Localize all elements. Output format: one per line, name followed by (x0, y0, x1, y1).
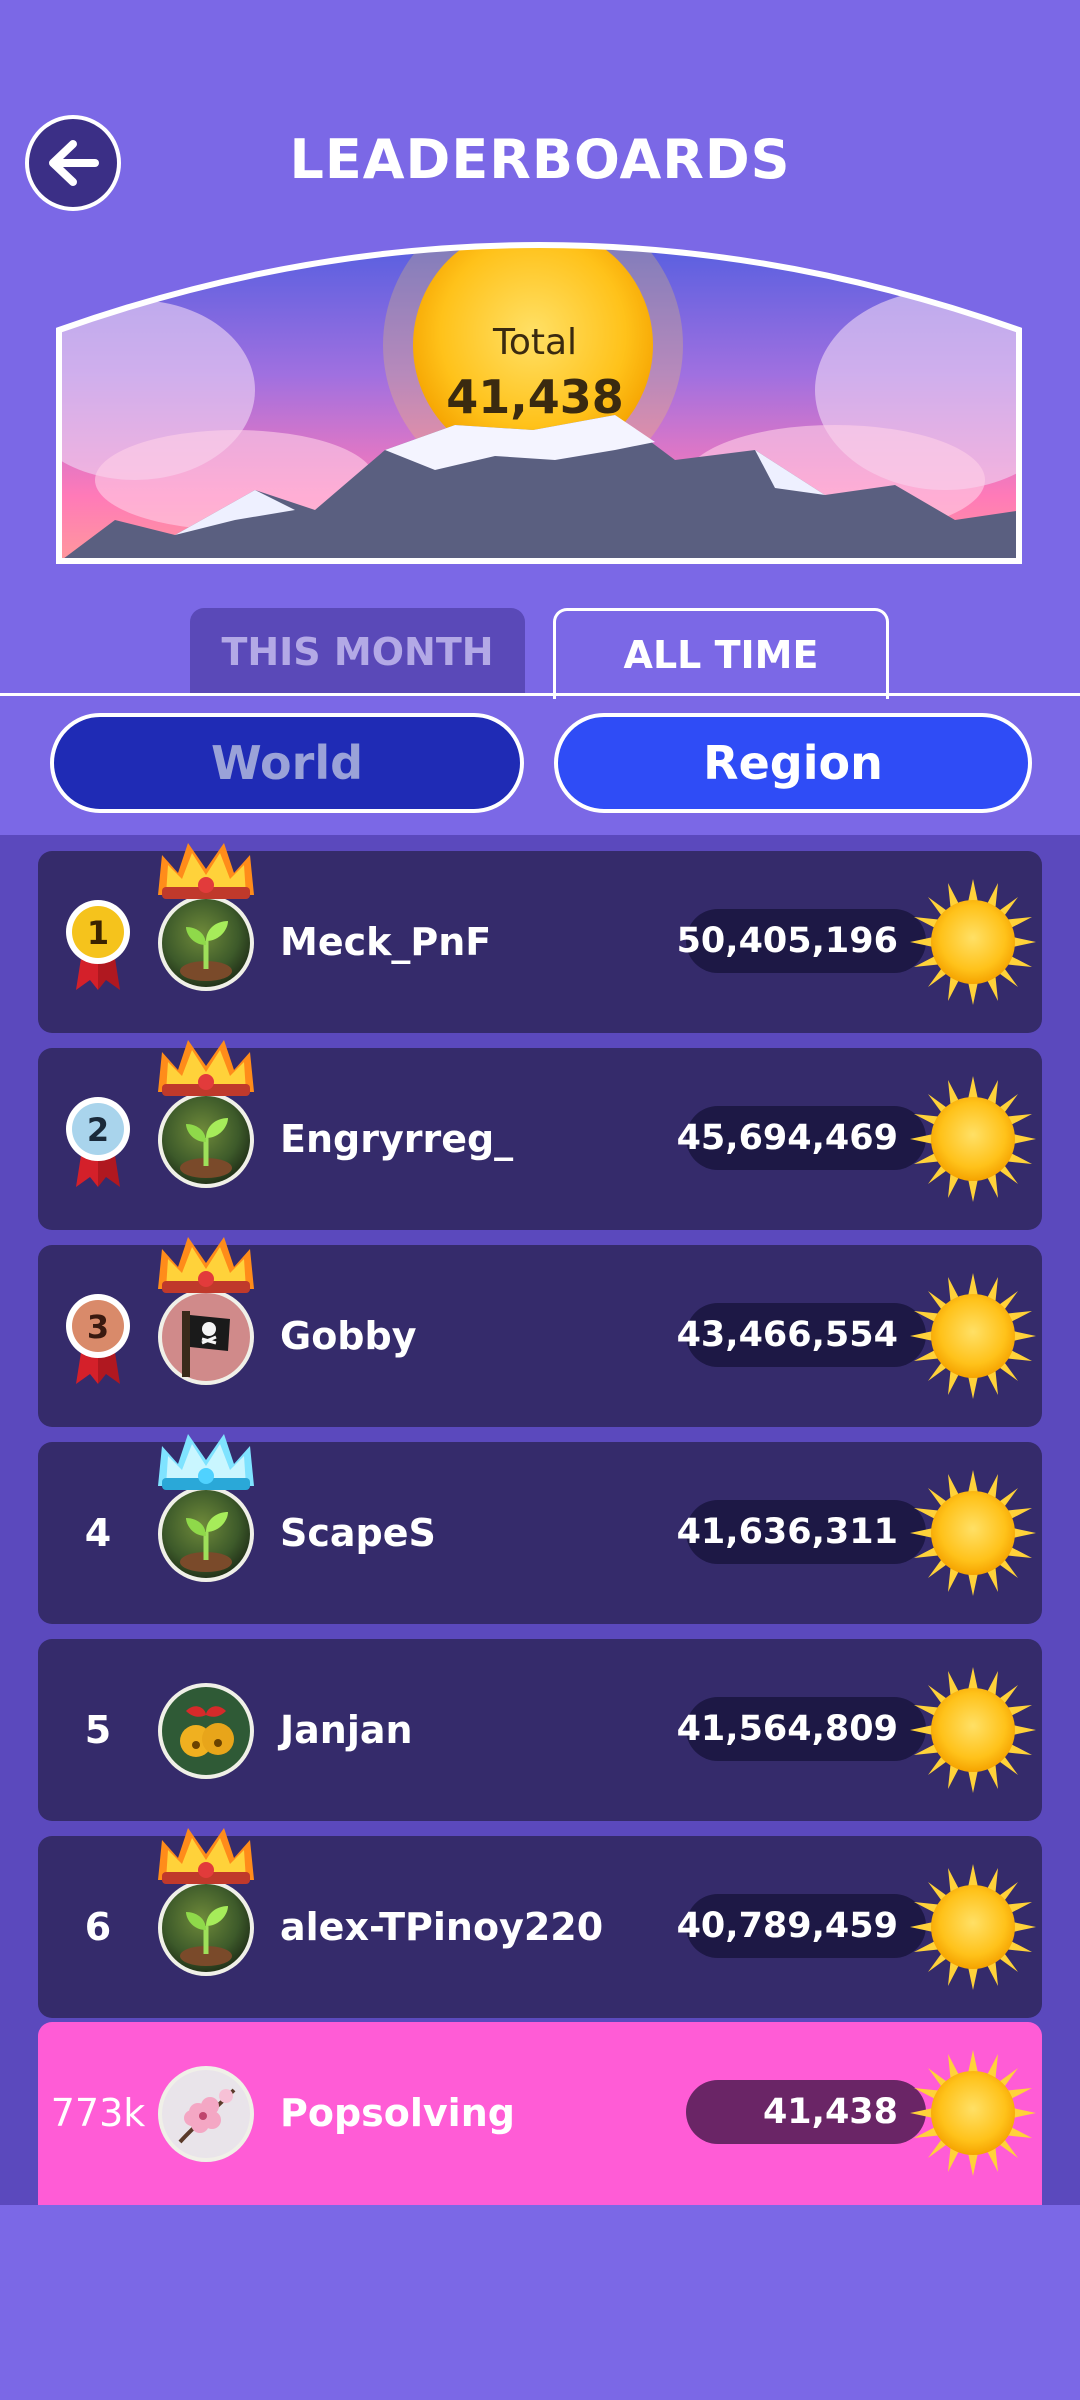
leaderboard-row[interactable]: 1 Meck_PnF 50,405,196 (38, 843, 1042, 1033)
medal-rank: 3 (87, 1308, 109, 1346)
player-name: Janjan (280, 1708, 413, 1752)
region-button[interactable]: Region (554, 713, 1032, 813)
player-score: 41,564,809 (677, 1697, 926, 1761)
leaderboard-row[interactable]: 2 Engryrreg_ 45,694,469 (38, 1040, 1042, 1230)
fire-crown-icon (158, 1040, 254, 1096)
bronze-medal-icon: 3 (66, 1294, 130, 1384)
my-rank-row[interactable]: 773k Popsolving 41,438 (38, 2022, 1042, 2205)
rank-number: 6 (84, 1905, 112, 1949)
ice-crown-icon (158, 1434, 254, 1490)
leaderboard-list[interactable]: 1 Meck_PnF 50,405,196 2 Engryrreg_ 45,69… (0, 835, 1080, 2205)
header: LEADERBOARDS Total 41,438 THIS MONTH ALL… (0, 0, 1080, 813)
pirate-avatar (158, 1289, 254, 1385)
leaderboard-row[interactable]: 6 alex-TPinoy220 40,789,459 (38, 1828, 1042, 2018)
player-name: alex-TPinoy220 (280, 1905, 604, 1949)
leaderboard-row[interactable]: 5 Janjan 41,564,809 (38, 1639, 1042, 1821)
medal-rank: 1 (87, 914, 109, 952)
rank-number: 4 (84, 1511, 112, 1555)
gold-medal-icon: 1 (66, 900, 130, 990)
sun-icon (910, 2050, 1036, 2176)
world-button[interactable]: World (50, 713, 524, 813)
sprout-avatar (156, 893, 256, 993)
my-player-name: Popsolving (280, 2091, 515, 2135)
sun-icon (910, 1667, 1036, 1793)
tab-all-time[interactable]: ALL TIME (553, 608, 889, 699)
sprout-avatar (156, 1484, 256, 1584)
sun-icon (910, 1470, 1036, 1596)
page-title: LEADERBOARDS (289, 128, 791, 191)
player-name: ScapeS (280, 1511, 436, 1555)
my-rank-number: 773k (50, 2091, 146, 2135)
total-label: Total (492, 322, 578, 363)
sprout-avatar (156, 1090, 256, 1190)
player-name: Meck_PnF (280, 920, 492, 964)
sun-icon (910, 1076, 1036, 1202)
medal-rank: 2 (87, 1111, 109, 1149)
fire-crown-icon (158, 1237, 254, 1293)
player-score: 43,466,554 (677, 1303, 926, 1367)
sun-icon (910, 879, 1036, 1005)
rank-number: 5 (84, 1708, 112, 1752)
player-name: Engryrreg_ (280, 1117, 514, 1161)
total-value: 41,438 (446, 370, 624, 424)
player-score: 45,694,469 (677, 1106, 926, 1170)
tab-this-month[interactable]: THIS MONTH (190, 608, 525, 696)
fire-crown-icon (158, 843, 254, 899)
bells-avatar (158, 1683, 254, 1779)
sun-icon (910, 1864, 1036, 1990)
fire-crown-icon (158, 1828, 254, 1884)
sprout-avatar (156, 1878, 256, 1978)
leaderboard-row[interactable]: 4 ScapeS 41,636,311 (38, 1434, 1042, 1624)
silver-medal-icon: 2 (66, 1097, 130, 1187)
player-name: Gobby (280, 1314, 417, 1358)
my-player-score: 41,438 (686, 2080, 926, 2144)
player-score: 41,636,311 (677, 1500, 926, 1564)
player-score: 40,789,459 (677, 1894, 926, 1958)
bottom-bar (0, 2205, 1080, 2400)
sun-icon (910, 1273, 1036, 1399)
tab-divider (0, 693, 1080, 696)
blossom-avatar (158, 2066, 254, 2162)
leaderboard-row[interactable]: 3 Gobby 43,466,554 (38, 1237, 1042, 1427)
player-score: 50,405,196 (677, 909, 926, 973)
